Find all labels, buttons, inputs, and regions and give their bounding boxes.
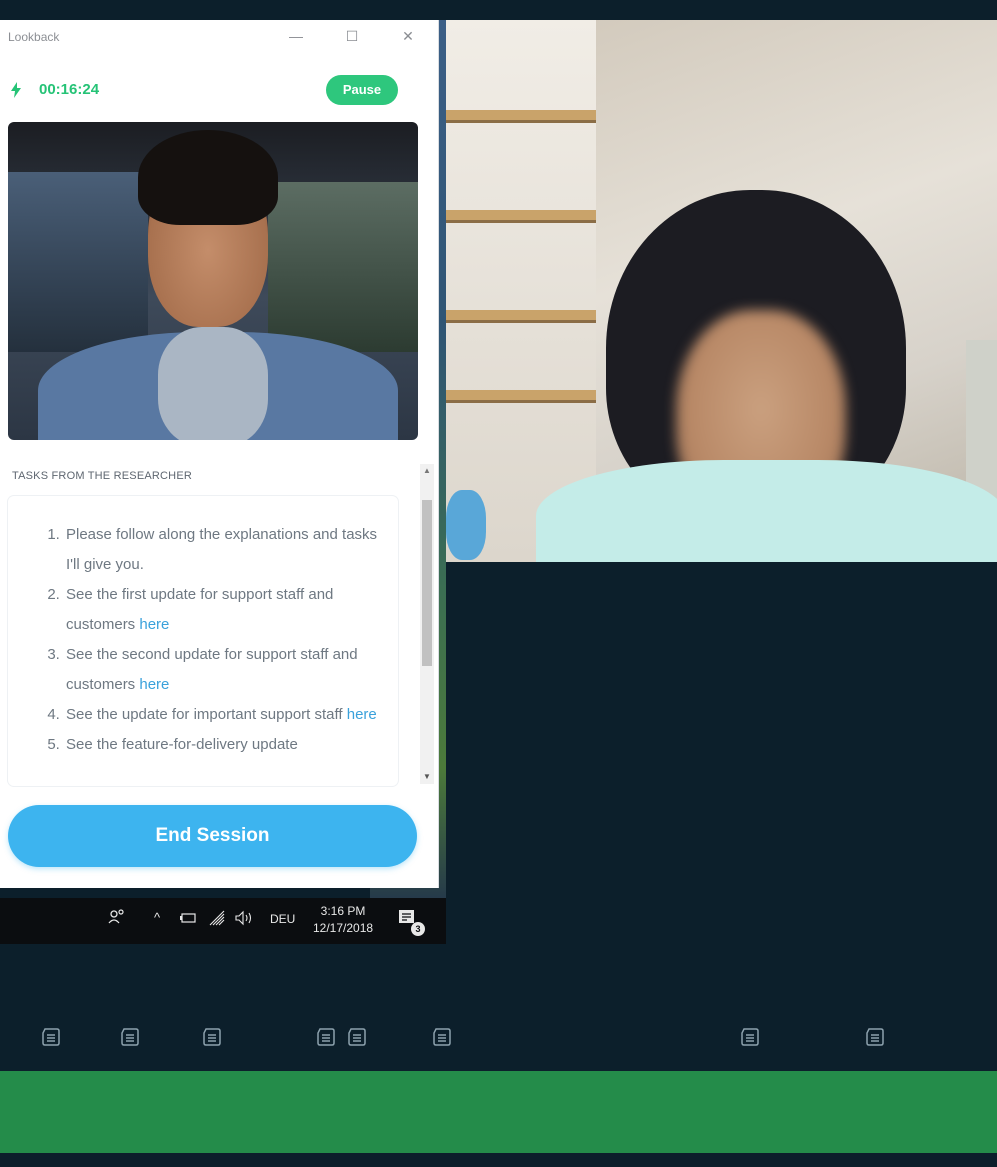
wifi-icon[interactable] bbox=[208, 910, 226, 929]
task-item: See the first update for support staff a… bbox=[64, 580, 380, 640]
task-text: See the second update for support staff … bbox=[66, 646, 358, 693]
task-item: Please follow along the explanations and… bbox=[64, 520, 380, 580]
note-icon[interactable] bbox=[315, 1026, 337, 1048]
task-text: See the first update for support staff a… bbox=[66, 586, 334, 633]
task-item: See the feature-for-delivery update bbox=[64, 730, 380, 760]
task-link[interactable]: here bbox=[139, 676, 169, 693]
self-video-hair bbox=[138, 130, 278, 225]
self-video-background bbox=[268, 182, 418, 352]
recording-bar: 00:16:24 Pause bbox=[0, 52, 438, 122]
self-video-background bbox=[8, 172, 148, 352]
scrollbar-thumb[interactable] bbox=[422, 500, 432, 666]
note-icon[interactable] bbox=[431, 1026, 453, 1048]
people-icon[interactable] bbox=[108, 908, 126, 929]
self-video-scarf bbox=[158, 327, 268, 440]
window-title: Lookback bbox=[8, 30, 60, 44]
video-toy bbox=[446, 490, 486, 560]
video-door bbox=[966, 340, 997, 500]
task-text: Please follow along the explanations and… bbox=[66, 526, 378, 573]
participant-video bbox=[446, 20, 997, 562]
clock-time: 3:16 PM bbox=[320, 904, 366, 918]
note-icon[interactable] bbox=[119, 1026, 141, 1048]
tasks-list: Please follow along the explanations and… bbox=[8, 496, 398, 760]
notification-count-badge: 3 bbox=[411, 922, 425, 936]
end-session-button[interactable]: End Session bbox=[8, 805, 417, 867]
note-icon[interactable] bbox=[346, 1026, 368, 1048]
scroll-down-arrow-icon[interactable]: ▼ bbox=[420, 770, 434, 784]
language-indicator[interactable]: DEU bbox=[270, 912, 295, 926]
bottom-strip bbox=[0, 1153, 997, 1167]
tasks-scrollbar[interactable]: ▲ ▼ bbox=[420, 464, 434, 784]
note-icon[interactable] bbox=[864, 1026, 886, 1048]
top-bar bbox=[0, 0, 997, 20]
video-shelf bbox=[446, 310, 596, 323]
note-icon[interactable] bbox=[201, 1026, 223, 1048]
windows-taskbar: ^ DEU 3:16 PM 12/17/2018 3 bbox=[0, 898, 446, 944]
self-view-video bbox=[8, 122, 418, 440]
tasks-list-panel[interactable]: Please follow along the explanations and… bbox=[8, 496, 398, 786]
battery-icon[interactable] bbox=[180, 912, 198, 927]
timeline-progress-bar[interactable] bbox=[0, 1071, 997, 1153]
task-link[interactable]: here bbox=[347, 706, 377, 723]
bolt-icon bbox=[10, 82, 22, 102]
note-icon[interactable] bbox=[739, 1026, 761, 1048]
session-timeline bbox=[0, 944, 997, 1070]
task-text: See the feature-for-delivery update bbox=[66, 736, 298, 753]
task-link[interactable]: here bbox=[139, 616, 169, 633]
task-text: See the update for important support sta… bbox=[66, 706, 347, 723]
video-shelf bbox=[446, 210, 596, 223]
tasks-header: TASKS FROM THE RESEARCHER bbox=[12, 470, 193, 482]
lookback-window: Lookback — ☐ ✕ 00:16:24 Pause TASKS FROM… bbox=[0, 20, 438, 888]
notification-center-button[interactable]: 3 bbox=[397, 908, 425, 936]
window-titlebar: Lookback — ☐ ✕ bbox=[0, 20, 438, 52]
minimize-button[interactable]: — bbox=[286, 27, 306, 45]
task-item: See the second update for support staff … bbox=[64, 640, 380, 700]
clock[interactable]: 3:16 PM 12/17/2018 bbox=[313, 903, 373, 937]
maximize-button[interactable]: ☐ bbox=[342, 27, 362, 45]
scroll-up-arrow-icon[interactable]: ▲ bbox=[420, 464, 434, 478]
task-item: See the update for important support sta… bbox=[64, 700, 380, 730]
video-shelf bbox=[446, 390, 596, 403]
pause-button[interactable]: Pause bbox=[326, 75, 398, 105]
close-button[interactable]: ✕ bbox=[398, 27, 418, 45]
volume-icon[interactable] bbox=[234, 910, 258, 929]
note-icon[interactable] bbox=[40, 1026, 62, 1048]
video-shelf bbox=[446, 110, 596, 123]
recording-timer: 00:16:24 bbox=[39, 81, 100, 98]
tray-chevron-icon[interactable]: ^ bbox=[154, 910, 160, 925]
participant-shirt bbox=[536, 460, 997, 562]
clock-date: 12/17/2018 bbox=[313, 921, 374, 935]
video-wall bbox=[446, 20, 596, 562]
